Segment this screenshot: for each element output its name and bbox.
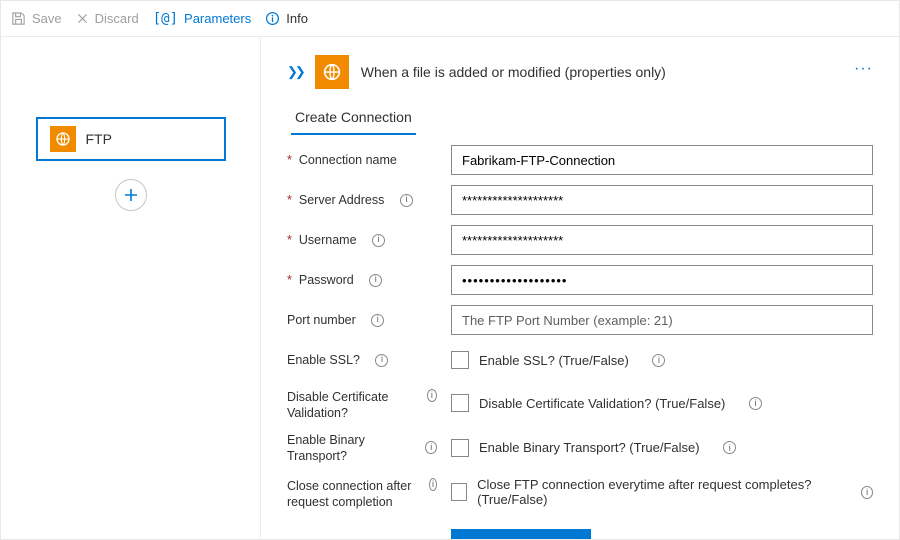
disable-cert-checkbox[interactable] <box>451 394 469 412</box>
overflow-menu-button[interactable]: ··· <box>854 60 873 78</box>
username-input[interactable] <box>451 225 873 255</box>
close-conn-checkbox[interactable] <box>451 483 467 501</box>
ftp-connector-icon <box>315 55 349 89</box>
info-label: Info <box>286 11 308 26</box>
trigger-card-ftp[interactable]: FTP <box>36 117 226 161</box>
label-disable-cert: Disable Certificate Validation? i <box>287 385 437 422</box>
save-label: Save <box>32 11 62 26</box>
label-enable-ssl: Enable SSL? i <box>287 352 437 368</box>
parameters-label: Parameters <box>184 11 251 26</box>
label-close-conn: Close connection after request completio… <box>287 474 437 511</box>
save-icon <box>11 11 26 26</box>
info-icon[interactable]: i <box>372 234 385 247</box>
properties-pane: ❯❯ When a file is added or modified (pro… <box>261 37 899 539</box>
port-number-input[interactable] <box>451 305 873 335</box>
discard-button: Discard <box>76 11 139 26</box>
label-enable-binary: Enable Binary Transport? i <box>287 432 437 465</box>
connection-form: *Connection name *Server Address i *User… <box>287 145 873 539</box>
info-icon[interactable]: i <box>861 486 873 499</box>
label-username: *Username i <box>287 232 437 248</box>
info-icon[interactable]: i <box>375 354 388 367</box>
tab-create-connection[interactable]: Create Connection <box>291 103 416 135</box>
close-icon <box>76 12 89 25</box>
app-root: Save Discard [@] Parameters Info <box>0 0 900 540</box>
label-port-number: Port number i <box>287 312 437 328</box>
tab-bar: Create Connection <box>291 103 873 135</box>
enable-ssl-checkbox[interactable] <box>451 351 469 369</box>
info-icon[interactable]: i <box>749 397 762 410</box>
top-toolbar: Save Discard [@] Parameters Info <box>1 1 899 37</box>
save-button: Save <box>11 11 62 26</box>
info-icon[interactable]: i <box>371 314 384 327</box>
parameters-icon: [@] <box>153 11 178 27</box>
collapse-pane-button[interactable]: ❯❯ <box>287 64 303 80</box>
info-icon[interactable]: i <box>427 389 437 402</box>
label-password: *Password i <box>287 272 437 288</box>
disable-cert-check-label: Disable Certificate Validation? (True/Fa… <box>479 396 725 411</box>
create-button[interactable]: Create <box>451 529 591 540</box>
info-icon[interactable]: i <box>723 441 736 454</box>
info-icon[interactable]: i <box>369 274 382 287</box>
label-connection-name: *Connection name <box>287 152 437 168</box>
enable-ssl-check-label: Enable SSL? (True/False) <box>479 353 629 368</box>
enable-binary-check-label: Enable Binary Transport? (True/False) <box>479 440 700 455</box>
info-icon[interactable]: i <box>429 478 437 491</box>
designer-canvas: FTP <box>1 37 261 539</box>
label-server-address: *Server Address i <box>287 192 437 208</box>
info-icon[interactable]: i <box>652 354 665 367</box>
info-icon <box>265 11 280 26</box>
enable-binary-checkbox[interactable] <box>451 439 469 457</box>
ftp-connector-icon <box>50 126 76 152</box>
close-conn-check-label: Close FTP connection everytime after req… <box>477 477 838 507</box>
add-step-button[interactable] <box>115 179 147 211</box>
password-input[interactable] <box>451 265 873 295</box>
connection-name-input[interactable] <box>451 145 873 175</box>
server-address-input[interactable] <box>451 185 873 215</box>
info-button[interactable]: Info <box>265 11 308 26</box>
trigger-card-label: FTP <box>86 131 112 147</box>
info-icon[interactable]: i <box>400 194 413 207</box>
discard-label: Discard <box>95 11 139 26</box>
info-icon[interactable]: i <box>425 441 437 454</box>
trigger-header: ❯❯ When a file is added or modified (pro… <box>287 55 873 89</box>
trigger-title: When a file is added or modified (proper… <box>361 64 666 80</box>
parameters-button[interactable]: [@] Parameters <box>153 11 252 27</box>
body: FTP ❯❯ When a file is added or modified … <box>1 37 899 539</box>
